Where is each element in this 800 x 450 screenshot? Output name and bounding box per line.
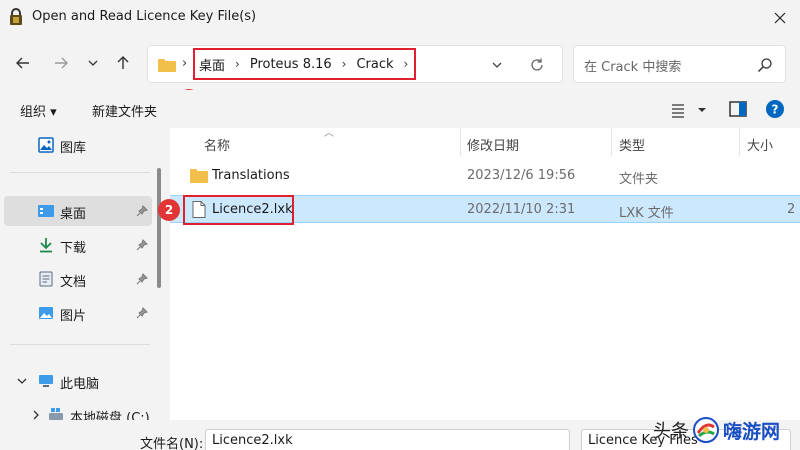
sidebar-item-desktop[interactable]: 桌面 — [4, 196, 152, 226]
watermark: 头条 嗨游网 — [653, 410, 780, 450]
pin-icon[interactable] — [136, 273, 148, 285]
divider — [10, 344, 150, 345]
file-modified: 2022/11/10 2:31 — [467, 202, 576, 217]
svg-text:?: ? — [772, 103, 779, 117]
desktop-icon — [38, 205, 54, 217]
close-icon — [774, 12, 786, 24]
file-icon — [192, 201, 206, 218]
file-size: 2 — [787, 202, 796, 217]
breadcrumb: 桌面 › Proteus 8.16 › Crack › — [193, 48, 416, 80]
refresh-icon[interactable] — [529, 57, 545, 73]
pictures-icon — [39, 307, 53, 319]
navigation-bar: › 桌面 › Proteus 8.16 › Crack › 在 Crack 中搜… — [0, 36, 800, 90]
file-name: Licence2.lxk — [212, 202, 293, 217]
table-row[interactable]: Translations 2023/12/6 19:56 文件夹 — [170, 162, 800, 190]
sidebar-item-documents[interactable]: 文档 — [4, 264, 152, 294]
breadcrumb-crack[interactable]: Crack — [356, 57, 393, 72]
folder-icon — [158, 59, 176, 72]
chevron-down-icon — [88, 60, 98, 66]
breadcrumb-separator-icon: › — [182, 56, 188, 71]
column-divider[interactable] — [739, 128, 740, 156]
sidebar-item-gallery[interactable]: 图库 — [4, 130, 152, 160]
table-row-selected[interactable]: Licence2.lxk 2022/11/10 2:31 LXK 文件 2 — [170, 195, 800, 225]
sort-up-icon: ︿ — [324, 128, 334, 139]
filename-input[interactable]: Licence2.lxk — [205, 429, 570, 450]
column-divider[interactable] — [460, 128, 461, 156]
breadcrumb-desktop[interactable]: 桌面 — [199, 55, 225, 74]
file-name: Translations — [212, 168, 290, 183]
file-type: 文件夹 — [619, 172, 659, 187]
chevron-down-icon[interactable] — [16, 375, 28, 387]
sidebar-item-label: 下载 — [60, 241, 87, 256]
column-divider[interactable] — [611, 128, 612, 156]
navigation-pane: 图库 桌面 下载 文档 图片 此电脑 本地磁盘 (C:) — [0, 128, 168, 426]
back-button[interactable] — [12, 52, 34, 74]
file-list: 名称 ︿ 修改日期 类型 大小 Translations 2023/12/6 1… — [170, 128, 800, 420]
arrow-left-icon — [16, 57, 29, 69]
filename-label: 文件名(N): — [140, 437, 204, 450]
divider — [10, 172, 150, 173]
lock-icon — [10, 8, 22, 25]
pin-icon[interactable] — [136, 307, 148, 319]
chevron-right-icon[interactable]: › — [404, 57, 409, 71]
sidebar-item-label: 文档 — [60, 275, 87, 290]
column-header-name[interactable]: 名称 — [204, 128, 230, 156]
help-icon[interactable]: ? — [766, 100, 784, 118]
chevron-right-icon[interactable]: › — [235, 57, 240, 71]
sidebar-item-label: 图库 — [60, 141, 87, 156]
scrollbar[interactable] — [157, 168, 161, 288]
gallery-icon — [38, 137, 54, 153]
close-button[interactable] — [768, 6, 792, 30]
window-title: Open and Read Licence Key File(s) — [32, 9, 257, 24]
sidebar-item-label: 图片 — [60, 309, 87, 324]
recent-locations-button[interactable] — [82, 52, 104, 74]
watermark-logo-icon — [693, 417, 719, 443]
sidebar-item-label: 桌面 — [60, 207, 87, 222]
search-icon[interactable] — [757, 57, 773, 73]
chevron-right-icon[interactable]: › — [342, 57, 347, 71]
organize-button[interactable]: 组织 ▾ — [20, 101, 57, 120]
step-badge-2: 2 — [158, 199, 180, 221]
sidebar-item-pictures[interactable]: 图片 — [4, 298, 152, 328]
preview-pane-icon[interactable] — [729, 101, 747, 117]
arrow-up-icon — [117, 56, 129, 69]
address-bar[interactable]: › 桌面 › Proteus 8.16 › Crack › — [147, 45, 563, 83]
column-header-size[interactable]: 大小 — [747, 128, 773, 156]
document-icon — [39, 271, 53, 287]
column-header-modified[interactable]: 修改日期 — [467, 128, 519, 156]
up-button[interactable] — [112, 52, 134, 74]
folder-icon — [190, 169, 208, 183]
address-dropdown-icon[interactable] — [489, 57, 505, 73]
sidebar-item-label: 此电脑 — [60, 377, 100, 392]
watermark-text-left: 头条 — [653, 421, 689, 442]
search-box[interactable]: 在 Crack 中搜索 — [573, 45, 786, 83]
title-bar: Open and Read Licence Key File(s) — [0, 0, 800, 36]
new-folder-button[interactable]: 新建文件夹 — [92, 101, 157, 120]
watermark-text-right: 嗨游网 — [723, 420, 781, 443]
sidebar-item-this-pc[interactable]: 此电脑 — [4, 366, 152, 396]
search-input[interactable]: 在 Crack 中搜索 — [584, 56, 681, 75]
column-header-type[interactable]: 类型 — [619, 128, 645, 156]
computer-icon — [39, 375, 53, 387]
breadcrumb-proteus[interactable]: Proteus 8.16 — [250, 57, 332, 72]
sidebar-item-downloads[interactable]: 下载 — [4, 230, 152, 260]
command-bar: 组织 ▾ 新建文件夹 ? — [0, 90, 800, 128]
download-icon — [40, 238, 52, 253]
view-options-icon[interactable] — [670, 102, 710, 118]
pin-icon[interactable] — [136, 205, 148, 217]
file-modified: 2023/12/6 19:56 — [467, 168, 576, 183]
pin-icon[interactable] — [136, 239, 148, 251]
arrow-right-icon — [55, 57, 68, 69]
forward-button[interactable] — [50, 52, 72, 74]
file-type: LXK 文件 — [619, 206, 674, 221]
